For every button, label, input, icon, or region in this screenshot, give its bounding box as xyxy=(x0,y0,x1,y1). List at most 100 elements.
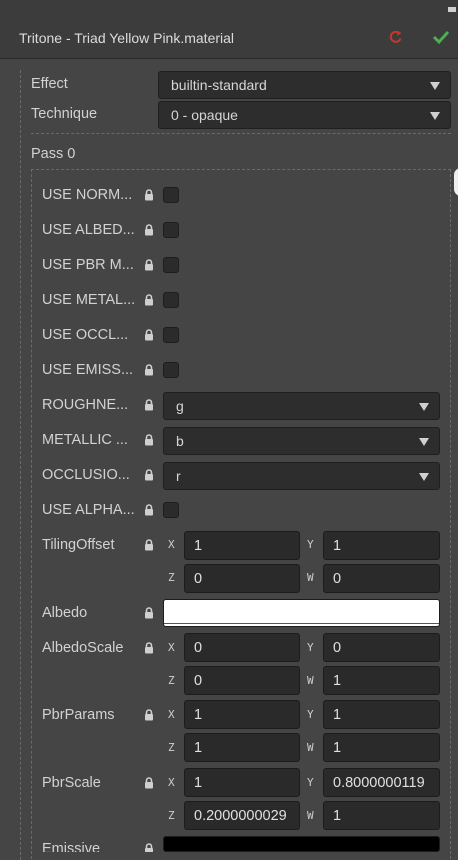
lock-icon[interactable] xyxy=(143,258,155,271)
define-checkbox[interactable] xyxy=(163,257,179,273)
define-label: USE METAL... xyxy=(42,292,136,308)
define-checkbox[interactable] xyxy=(163,327,179,343)
chevron-down-icon xyxy=(419,438,429,446)
define-checkbox[interactable] xyxy=(163,362,179,378)
lock-icon[interactable] xyxy=(143,433,155,446)
axis-y-label: Y xyxy=(307,708,314,721)
pbr-params-z-input[interactable]: 1 xyxy=(184,733,300,762)
asset-title: Tritone - Triad Yellow Pink.material xyxy=(19,30,235,46)
axis-z-label: Z xyxy=(168,674,175,687)
axis-x-label: X xyxy=(168,538,175,551)
lock-icon[interactable] xyxy=(143,188,155,201)
lock-icon[interactable] xyxy=(143,606,155,619)
effect-value: builtin-standard xyxy=(171,77,267,93)
define-checkbox[interactable] xyxy=(163,222,179,238)
occlusion-channel-select[interactable]: r xyxy=(163,462,440,490)
tiling-offset-z-input[interactable]: 0 xyxy=(184,564,300,593)
occlusion-channel-label: OCCLUSIO... xyxy=(42,467,130,483)
chevron-down-icon xyxy=(419,473,429,481)
scrollbar-handle[interactable] xyxy=(454,168,458,196)
albedo-scale-z-input[interactable]: 0 xyxy=(184,666,300,695)
pbr-params-label: PbrParams xyxy=(42,707,115,723)
lock-icon[interactable] xyxy=(143,842,155,852)
roughness-channel-select[interactable]: g xyxy=(163,392,440,420)
technique-label: Technique xyxy=(31,106,98,122)
lock-icon[interactable] xyxy=(143,538,155,551)
roughness-channel-label: ROUGHNE... xyxy=(42,397,129,413)
albedo-label: Albedo xyxy=(42,605,88,621)
axis-z-label: Z xyxy=(168,809,175,822)
define-checkbox[interactable] xyxy=(163,187,179,203)
lock-icon[interactable] xyxy=(143,223,155,236)
define-label: USE NORM... xyxy=(42,187,133,203)
checkmark-icon[interactable] xyxy=(432,29,450,45)
albedo-scale-x-input[interactable]: 0 xyxy=(184,633,300,662)
chevron-down-icon xyxy=(430,82,440,90)
pbr-scale-label: PbrScale xyxy=(42,775,101,791)
axis-y-label: Y xyxy=(307,641,314,654)
pbr-scale-z-input[interactable]: 0.2000000029 xyxy=(184,801,300,830)
roughness-channel-value: g xyxy=(176,398,184,414)
technique-value: 0 - opaque xyxy=(171,107,238,123)
effect-select[interactable]: builtin-standard xyxy=(158,71,451,99)
axis-w-label: W xyxy=(307,809,314,822)
axis-x-label: X xyxy=(168,708,175,721)
lock-icon[interactable] xyxy=(143,641,155,654)
albedo-scale-w-input[interactable]: 1 xyxy=(323,666,440,695)
pbr-scale-x-input[interactable]: 1 xyxy=(184,768,300,797)
axis-w-label: W xyxy=(307,741,314,754)
define-label: USE OCCL... xyxy=(42,327,129,343)
define-label: USE PBR M... xyxy=(42,257,134,273)
pass-frame-right xyxy=(450,169,451,859)
define-label: USE ALBED... xyxy=(42,222,135,238)
revert-icon[interactable] xyxy=(388,29,404,45)
emissive-label: Emissive xyxy=(42,841,101,852)
alpha-bar xyxy=(164,623,439,624)
lock-icon[interactable] xyxy=(143,468,155,481)
tiling-offset-x-input[interactable]: 1 xyxy=(184,531,300,560)
albedo-scale-y-input[interactable]: 0 xyxy=(323,633,440,662)
technique-select[interactable]: 0 - opaque xyxy=(158,101,451,129)
axis-x-label: X xyxy=(168,641,175,654)
pbr-scale-y-input[interactable]: 0.8000000119 xyxy=(323,768,440,797)
chevron-down-icon xyxy=(430,112,440,120)
tiling-offset-label: TilingOffset xyxy=(42,537,115,553)
lock-icon[interactable] xyxy=(143,328,155,341)
tiling-offset-y-input[interactable]: 1 xyxy=(323,531,440,560)
pbr-params-y-input[interactable]: 1 xyxy=(323,700,440,729)
use-alpha-label: USE ALPHA... xyxy=(42,502,135,518)
axis-y-label: Y xyxy=(307,538,314,551)
outer-frame-left xyxy=(20,70,21,860)
lock-icon[interactable] xyxy=(143,293,155,306)
occlusion-channel-value: r xyxy=(176,468,181,484)
tiling-offset-w-input[interactable]: 0 xyxy=(323,564,440,593)
define-label: USE EMISS... xyxy=(42,362,134,378)
lock-icon[interactable] xyxy=(143,708,155,721)
pbr-params-w-input[interactable]: 1 xyxy=(323,733,440,762)
metallic-channel-label: METALLIC ... xyxy=(42,432,128,448)
lock-icon[interactable] xyxy=(143,503,155,516)
albedo-color-field[interactable] xyxy=(163,599,440,627)
axis-z-label: Z xyxy=(168,571,175,584)
panel-corner-icon xyxy=(446,0,458,12)
metallic-channel-value: b xyxy=(176,433,184,449)
axis-x-label: X xyxy=(168,776,175,789)
use-alpha-checkbox[interactable] xyxy=(163,502,179,518)
pbr-params-x-input[interactable]: 1 xyxy=(184,700,300,729)
lock-icon[interactable] xyxy=(143,776,155,789)
divider xyxy=(31,133,451,134)
lock-icon[interactable] xyxy=(143,363,155,376)
chevron-down-icon xyxy=(419,403,429,411)
axis-w-label: W xyxy=(307,571,314,584)
pass-label: Pass 0 xyxy=(31,146,76,162)
axis-y-label: Y xyxy=(307,776,314,789)
axis-z-label: Z xyxy=(168,741,175,754)
lock-icon[interactable] xyxy=(143,398,155,411)
pass-frame-left xyxy=(31,169,32,859)
define-checkbox[interactable] xyxy=(163,292,179,308)
axis-w-label: W xyxy=(307,674,314,687)
emissive-color-field[interactable] xyxy=(163,836,440,852)
pass-frame-top xyxy=(31,169,451,170)
pbr-scale-w-input[interactable]: 1 xyxy=(323,801,440,830)
metallic-channel-select[interactable]: b xyxy=(163,427,440,455)
